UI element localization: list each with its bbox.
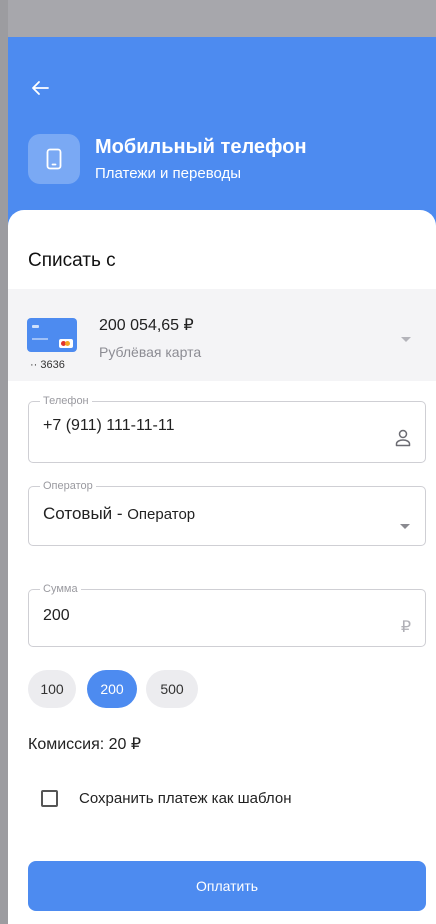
ruble-icon: ₽: [400, 619, 411, 636]
chevron-down-icon: [400, 330, 412, 348]
commission-text: Комиссия: 20 ₽: [28, 736, 142, 753]
phone-value: +7 (911) 111-11-11: [43, 417, 175, 434]
status-bar: [8, 0, 436, 37]
person-icon[interactable]: [395, 429, 411, 452]
page-subtitle: Платежи и переводы: [95, 165, 242, 182]
save-template-label[interactable]: Сохранить платеж как шаблон: [79, 790, 291, 807]
phone-icon: [46, 148, 62, 170]
card-type: Рублёвая карта: [99, 344, 202, 360]
operator-field-label: Оператор: [43, 480, 93, 492]
phone-field-label: Телефон: [43, 395, 89, 407]
quick-amount-chip[interactable]: 100: [28, 670, 76, 708]
operator-name: Сотовый -: [43, 504, 128, 523]
quick-amount-chip[interactable]: 500: [146, 670, 198, 708]
phone-icon-badge: [28, 134, 80, 184]
card-brand-icon: [59, 339, 73, 348]
pay-button[interactable]: Оплатить: [28, 861, 426, 911]
card-number: ·· 3636: [30, 359, 65, 371]
phone-field[interactable]: Телефон +7 (911) 111-11-11: [28, 395, 426, 463]
amount-field[interactable]: Сумма 200 ₽: [28, 583, 426, 647]
card-balance: 200 054,65 ₽: [99, 317, 194, 334]
amount-value: 200: [43, 607, 70, 624]
back-button[interactable]: [25, 76, 55, 100]
quick-amount-chip-selected[interactable]: 200: [87, 670, 137, 708]
card-image: [27, 318, 77, 352]
operator-suffix: Оператор: [127, 506, 196, 523]
page-title: Мобильный телефон: [95, 136, 307, 158]
save-template-checkbox[interactable]: [41, 790, 58, 807]
left-edge: [0, 0, 8, 924]
chevron-down-icon: [399, 517, 411, 535]
debit-section-title: Списать с: [28, 250, 116, 271]
amount-field-label: Сумма: [43, 583, 78, 595]
arrow-left-icon: [32, 81, 49, 95]
operator-select[interactable]: Оператор Сотовый - Оператор: [28, 480, 426, 546]
